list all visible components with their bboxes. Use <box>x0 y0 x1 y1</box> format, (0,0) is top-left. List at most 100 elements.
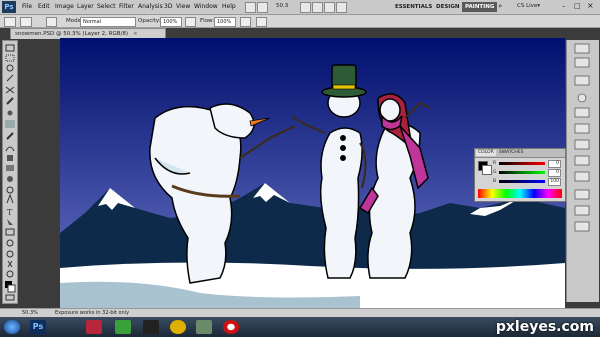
menu-filter[interactable]: Filter <box>119 2 134 12</box>
photoshop-taskbar-icon[interactable]: Ps <box>30 320 46 334</box>
layers-panel-icon <box>574 75 590 86</box>
brush-tool-preset-icon[interactable] <box>4 17 16 27</box>
channels-panel-icon <box>577 93 587 103</box>
maximize-icon[interactable]: □ <box>574 2 581 10</box>
masks-panel-icon <box>574 139 590 150</box>
workspace-painting[interactable]: PAINTING <box>462 2 498 12</box>
path-select-tool-icon <box>7 219 13 225</box>
pressure-size-icon[interactable] <box>256 17 267 27</box>
green-slider[interactable] <box>499 171 545 174</box>
minimize-icon[interactable]: – <box>562 2 566 10</box>
close-document-icon[interactable]: × <box>133 31 138 37</box>
type-tool-icon: T <box>7 208 13 217</box>
inkscape-app-icon[interactable] <box>143 320 159 334</box>
actions-panel-icon <box>574 57 590 68</box>
menu-select[interactable]: Select <box>97 2 116 12</box>
workspace-essentials[interactable]: ESSENTIALS <box>392 2 435 12</box>
gradient-tool-icon <box>6 165 14 171</box>
brush-size-icon[interactable] <box>20 17 32 27</box>
dodge-tool-icon <box>6 186 14 194</box>
red-slider[interactable] <box>499 162 545 165</box>
clone-stamp-tool-icon <box>6 132 14 140</box>
opacity-label: Opacity: <box>138 18 161 24</box>
color-panel-tabs: COLOR SWATCHES <box>475 149 565 158</box>
red-value-input[interactable]: 0 <box>548 160 561 168</box>
menu-analysis[interactable]: Analysis <box>138 2 163 12</box>
ladybug-app-icon[interactable] <box>86 320 102 334</box>
blue-value-input[interactable]: 100 <box>548 178 561 186</box>
close-window-icon[interactable]: × <box>587 1 594 10</box>
3d-camera-tool-icon <box>6 250 14 258</box>
quick-select-tool-icon <box>6 74 14 82</box>
menu-3d[interactable]: 3D <box>164 2 172 12</box>
history-panel-icon <box>574 43 590 54</box>
zoom-icon[interactable] <box>312 2 323 13</box>
green-value-input[interactable]: 0 <box>548 169 561 177</box>
bridge-icon[interactable] <box>245 2 256 13</box>
toolbox: T <box>2 40 18 304</box>
pen-tool-icon <box>6 193 14 204</box>
quick-mask-icon <box>5 294 15 301</box>
zoom-tool-icon <box>6 270 14 278</box>
runner-app-icon[interactable] <box>170 320 186 334</box>
windows-start-icon[interactable] <box>4 320 20 334</box>
more-workspaces-icon[interactable]: » <box>498 2 502 10</box>
blue-channel-label: B <box>493 179 497 184</box>
menu-window[interactable]: Window <box>194 2 218 12</box>
flow-label: Flow: <box>200 18 215 24</box>
opera-browser-icon[interactable] <box>223 320 239 334</box>
photoshop-logo: Ps <box>2 1 16 13</box>
screen-mode-icon[interactable] <box>336 2 347 13</box>
color-spectrum-bar[interactable] <box>478 189 562 198</box>
red-channel-label: R <box>493 161 497 166</box>
mode-select[interactable]: Normal <box>80 17 136 27</box>
pressure-opacity-icon[interactable] <box>185 17 196 27</box>
brush-panel-icon[interactable] <box>46 17 57 27</box>
airbrush-icon[interactable] <box>240 17 251 27</box>
eraser-tool-icon <box>7 155 13 161</box>
tool-icons: T <box>5 44 16 301</box>
blue-slider[interactable] <box>499 180 545 183</box>
tab-color[interactable]: COLOR <box>476 150 496 156</box>
background-swatch[interactable] <box>482 165 492 175</box>
healing-tool-icon <box>7 110 13 116</box>
arrange-documents-icon[interactable] <box>324 2 335 13</box>
navigator-panel-icon <box>574 205 590 216</box>
crop-tool-icon <box>5 86 15 94</box>
styles-panel-icon <box>574 189 590 200</box>
green-app-icon[interactable] <box>115 320 131 334</box>
paths-panel-icon <box>574 107 590 118</box>
move-tool-icon <box>5 44 15 52</box>
clone-source-panel-icon <box>574 171 590 182</box>
workspace-design[interactable]: DESIGN <box>433 2 462 12</box>
menu-edit[interactable]: Edit <box>38 2 50 12</box>
panel-dock <box>566 40 599 302</box>
brush-tool-icon <box>5 120 15 128</box>
3d-rotate-tool-icon <box>6 239 14 247</box>
opacity-input[interactable]: 100% <box>160 17 182 27</box>
dock-icons <box>574 43 590 232</box>
menu-file[interactable]: File <box>22 2 32 12</box>
hand-icon[interactable] <box>300 2 311 13</box>
watermark-text: pxleyes.com <box>495 319 594 335</box>
menu-bar: Ps File Edit Image Layer Select Filter A… <box>0 0 600 15</box>
zoom-level-display[interactable]: 50.3 <box>276 3 288 9</box>
color-panel: COLOR SWATCHES R 0 G 0 B 100 <box>474 148 566 202</box>
cs-live-button[interactable]: CS Live▾ <box>517 3 540 9</box>
brush-presets-panel-icon <box>574 155 590 166</box>
menu-layer[interactable]: Layer <box>77 2 94 12</box>
menu-image[interactable]: Image <box>55 2 74 12</box>
gears-app-icon[interactable] <box>196 320 212 334</box>
history-brush-tool-icon <box>5 146 15 152</box>
lasso-tool-icon <box>6 64 14 72</box>
menu-help[interactable]: Help <box>222 2 236 12</box>
tab-swatches[interactable]: SWATCHES <box>497 150 526 156</box>
flow-input[interactable]: 100% <box>214 17 236 27</box>
marquee-tool-icon <box>5 54 15 62</box>
minibridge-icon[interactable] <box>257 2 268 13</box>
options-bar: Mode: Normal Opacity: 100% Flow: 100% <box>0 15 600 28</box>
adjustments-panel-icon <box>574 123 590 134</box>
document-title: snowmen.PSD @ 50.3% (Layer 2, RGB/8) <box>15 31 129 37</box>
menu-view[interactable]: View <box>176 2 190 12</box>
eyedropper-tool-icon <box>6 97 14 105</box>
